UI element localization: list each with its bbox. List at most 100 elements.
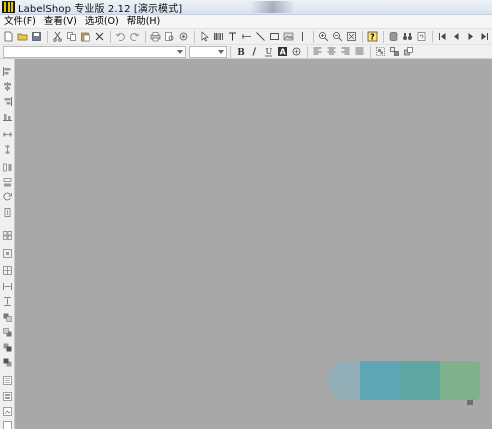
arrange-icon[interactable] [402, 45, 415, 58]
zoom-in-icon[interactable] [317, 30, 330, 43]
main-toolbar: ? [0, 28, 492, 44]
print-setup-icon[interactable] [177, 30, 190, 43]
align-justify-icon[interactable] [353, 45, 366, 58]
toolbar-separator [370, 45, 371, 58]
copy-icon[interactable] [65, 30, 78, 43]
database-icon[interactable] [387, 30, 400, 43]
chevron-down-icon [218, 49, 224, 54]
italic-icon[interactable] [248, 45, 261, 58]
align-bottom-edge-icon[interactable] [2, 111, 13, 122]
diagonal-line-icon[interactable] [254, 30, 267, 43]
same-width-icon[interactable] [2, 207, 13, 218]
toolbar-separator [313, 30, 314, 43]
font-size-select[interactable] [189, 45, 227, 58]
menu-file[interactable]: 文件(F) [0, 15, 40, 28]
pointer-icon[interactable] [198, 30, 211, 43]
help-icon[interactable]: ? [366, 30, 379, 43]
image-icon[interactable] [282, 30, 295, 43]
open-folder-icon[interactable] [16, 30, 29, 43]
overlay-tile-3 [400, 361, 441, 400]
same-size-icon[interactable] [2, 230, 13, 241]
space-horizontal-icon[interactable] [2, 162, 13, 173]
database-update-icon[interactable] [415, 30, 428, 43]
undo-icon[interactable] [114, 30, 127, 43]
grid-icon[interactable] [2, 265, 13, 276]
group-icon[interactable] [374, 45, 387, 58]
print-icon[interactable] [149, 30, 162, 43]
toolbar-separator [307, 45, 308, 58]
bring-to-front-icon[interactable] [2, 342, 13, 353]
toolbar-separator [383, 30, 384, 43]
rotate-text-icon[interactable] [290, 45, 303, 58]
menu-bar: 文件(F) 查看(V) 选项(O) 帮助(H) [0, 15, 492, 28]
underline-icon[interactable]: U [262, 45, 275, 58]
stretch-vertical-icon[interactable] [2, 296, 13, 307]
rectangle-icon[interactable] [268, 30, 281, 43]
svg-text:?: ? [370, 33, 374, 42]
align-center-horizontal-icon[interactable] [2, 81, 13, 92]
font-name-select[interactable] [3, 45, 186, 58]
page-setup-icon[interactable] [2, 406, 13, 417]
distribute-vertical-icon[interactable] [2, 144, 13, 155]
send-backward-icon[interactable] [2, 327, 13, 338]
align-right-icon[interactable] [339, 45, 352, 58]
first-record-icon[interactable] [436, 30, 449, 43]
new-file-icon[interactable] [2, 30, 15, 43]
prev-record-icon[interactable] [450, 30, 463, 43]
bold-icon[interactable]: B [234, 45, 247, 58]
line-icon[interactable] [240, 30, 253, 43]
align-center-icon[interactable] [325, 45, 338, 58]
distribute-horizontal-icon[interactable] [2, 129, 13, 140]
print-preview-icon[interactable] [163, 30, 176, 43]
align-left-edge-icon[interactable] [2, 66, 13, 77]
window-title: LabelShop 专业版 2.12 [演示模式] [18, 3, 183, 15]
toolbar-separator [194, 30, 195, 43]
label-layout-icon[interactable] [2, 391, 13, 402]
toolbar-separator [110, 30, 111, 43]
zoom-out-icon[interactable] [331, 30, 344, 43]
app-logo-icon [2, 1, 15, 13]
title-bar-decoration [250, 1, 295, 13]
menu-view[interactable]: 查看(V) [40, 15, 81, 28]
fit-page-icon[interactable] [345, 30, 358, 43]
align-right-edge-icon[interactable] [2, 96, 13, 107]
barcode-icon[interactable] [212, 30, 225, 43]
svg-text:A: A [280, 48, 287, 57]
ungroup-icon[interactable] [388, 45, 401, 58]
title-bar: LabelShop 专业版 2.12 [演示模式] [0, 0, 492, 15]
last-record-icon[interactable] [478, 30, 491, 43]
chevron-down-icon [177, 49, 183, 54]
overlay-tile-1 [328, 361, 362, 400]
toolbar-separator [362, 30, 363, 43]
object-properties-icon[interactable] [2, 375, 13, 386]
vertical-line-icon[interactable] [296, 30, 309, 43]
toolbar-separator [432, 30, 433, 43]
format-toolbar: B U A [0, 44, 492, 59]
label-preview-icon[interactable] [2, 420, 13, 429]
send-to-back-icon[interactable] [2, 357, 13, 368]
toolbar-separator [47, 30, 48, 43]
binoculars-icon[interactable] [401, 30, 414, 43]
overlay-tile-2 [360, 361, 401, 400]
stretch-horizontal-icon[interactable] [2, 281, 13, 292]
text-icon[interactable] [226, 30, 239, 43]
resize-grip[interactable] [467, 400, 473, 405]
cut-icon[interactable] [51, 30, 64, 43]
save-icon[interactable] [30, 30, 43, 43]
alignment-toolbar [0, 59, 15, 429]
menu-help[interactable]: 帮助(H) [123, 15, 165, 28]
next-record-icon[interactable] [464, 30, 477, 43]
toolbar-separator [230, 45, 231, 58]
font-color-icon[interactable]: A [276, 45, 289, 58]
overlay-tile-4 [440, 361, 480, 400]
paste-icon[interactable] [79, 30, 92, 43]
align-left-icon[interactable] [311, 45, 324, 58]
delete-icon[interactable] [93, 30, 106, 43]
redo-icon[interactable] [128, 30, 141, 43]
center-on-page-icon[interactable] [2, 248, 13, 259]
space-vertical-icon[interactable] [2, 177, 13, 188]
rotate-object-icon[interactable] [2, 191, 13, 202]
bring-forward-icon[interactable] [2, 312, 13, 323]
svg-text:B: B [237, 48, 245, 57]
menu-options[interactable]: 选项(O) [81, 15, 123, 28]
